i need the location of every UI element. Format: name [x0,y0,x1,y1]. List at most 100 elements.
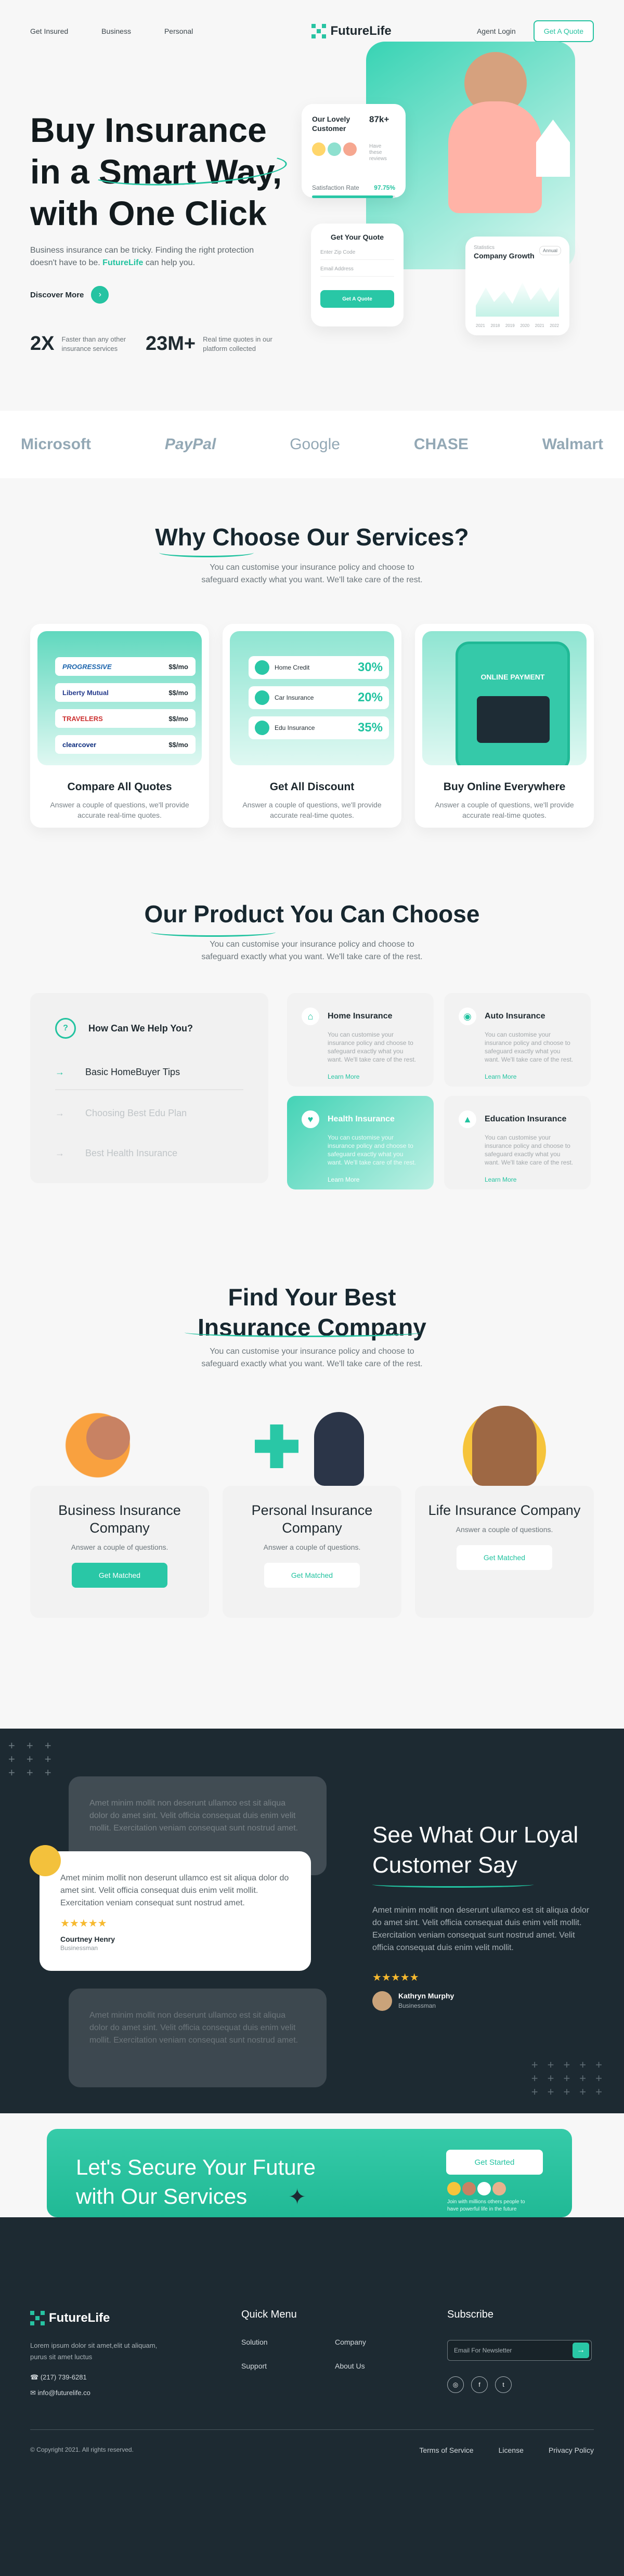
car-icon: ◉ [459,1008,476,1025]
auto-insurance-card[interactable]: ◉ Auto Insurance You can customise your in… [444,993,591,1087]
nav-link-get-insured[interactable]: Get Insured [30,27,68,35]
testimonial-card-back-bottom: Amet minim mollit non deserunt ullamco e… [69,1989,327,2087]
tip-edu-plan[interactable]: → Choosing Best Edu Plan [55,1108,243,1130]
cta-section: Let's Secure Your Future with Our Service… [0,2113,624,2217]
right-customer: Kathryn Murphy Businessman [372,1991,454,2011]
right-rating-stars: ★★★★★ [372,1972,419,1983]
zip-code-input[interactable]: Enter Zip Code [320,241,394,260]
home-insurance-card[interactable]: ⌂ Home Insurance You can customise your in… [287,993,434,1087]
newsletter-input[interactable]: Email For Newsletter [454,2347,512,2354]
health-learn-more[interactable]: Learn More [328,1176,419,1183]
plus-shape [255,1424,298,1468]
why-card-compare: PROGRESSIVE $$/mo Liberty Mutual $$/mo TRA… [30,624,209,828]
why-choose-section: Why Choose Our Services? You can customi… [0,478,624,879]
personal-company-card: Personal Insurance Company Answer a coupl… [223,1486,401,1618]
compare-quotes-image: PROGRESSIVE $$/mo Liberty Mutual $$/mo TRA… [37,631,202,765]
footer-description: Lorem ipsum dolor sit amet,elit ut aliqu… [30,2342,158,2361]
instagram-icon[interactable]: ◎ [447,2376,464,2393]
help-panel: ? How Can We Help You? → Basic HomeBuyer … [30,993,268,1183]
menu-about-us[interactable]: About Us [335,2362,418,2370]
online-payment-image: ONLINE PAYMENT [422,631,587,765]
quote-card: Get Your Quote Enter Zip Code Email Addr… [311,224,404,326]
testimonials-title: See What Our Loyal Customer Say [372,1822,579,1878]
phone-contact[interactable]: ☎ (217) 739-6281 [30,2373,87,2382]
home-icon [255,660,269,675]
hero-stat-1: 2X Faster than any other insurance servic… [30,333,126,355]
futurelife-logo[interactable]: FutureLife [311,24,392,38]
education-learn-more[interactable]: Learn More [485,1176,576,1183]
products-section: Our Product You Can Choose You can custo… [0,879,624,1284]
subscribe-title: Subscribe [447,2309,493,2320]
mail-icon: ✉ [30,2389,36,2397]
footer: FutureLife Lorem ipsum dolor sit amet,el… [0,2217,624,2576]
personal-person-image [314,1412,364,1486]
why-underline [159,548,254,557]
nav-link-personal[interactable]: Personal [164,27,193,35]
business-get-matched-button[interactable]: Get Matched [72,1563,167,1588]
discover-more-button[interactable]: Discover More › [30,286,109,304]
companies-subtitle: You can customise your insurance policy … [201,1347,423,1368]
sparkle-icon: ✦ [288,2185,307,2209]
tip-basic-homebuyer[interactable]: → Basic HomeBuyer Tips [55,1067,243,1090]
email-contact[interactable]: ✉ info@futurelife.co [30,2389,90,2397]
products-title: Our Product You Can Choose [144,900,480,927]
why-card-online: ONLINE PAYMENT Buy Online Everywhere Ans… [415,624,594,828]
hero-get-quote-button[interactable]: Get A Quote [320,290,394,308]
get-started-button[interactable]: Get Started [446,2150,543,2175]
auto-learn-more[interactable]: Learn More [485,1073,576,1080]
agent-login-link[interactable]: Agent Login [477,27,516,35]
license-link[interactable]: License [499,2446,524,2454]
chase-logo: CHASE [413,436,469,453]
nav-link-business[interactable]: Business [101,27,131,35]
why-card-discount: Home Credit 30% Car Insurance 20% Edu Insu… [223,624,401,828]
menu-solution[interactable]: Solution [241,2338,335,2346]
health-insurance-card[interactable]: ♥ Health Insurance You can customise your … [287,1096,434,1189]
cta-note: Join with millions others people to have… [447,2199,525,2212]
page: Get Insured Business Personal FutureLife… [0,0,624,2576]
brand-logo-strip: Microsoft PayPal Google CHASE Walmart [0,411,624,478]
send-button[interactable]: → [573,2343,589,2358]
menu-support[interactable]: Support [241,2362,335,2370]
period-select[interactable]: Annual [539,246,561,255]
customer-count: 87k+ [369,114,389,124]
cta-banner: Let's Secure Your Future with Our Service… [47,2129,572,2217]
footer-logo[interactable]: FutureLife [30,2311,110,2325]
quick-menu-title: Quick Menu [241,2309,297,2320]
cta-title: Let's Secure Your Future with Our Service… [76,2155,316,2208]
hero-title-line-1: Buy Insurance [30,111,267,149]
growth-chart [476,282,559,317]
hero-subtitle: Business insurance can be tricky. Findin… [30,246,254,267]
phone-icon: ☎ [30,2373,39,2381]
twitter-icon[interactable]: t [495,2376,512,2393]
terms-link[interactable]: Terms of Service [419,2446,473,2454]
personal-company-block: Personal Insurance Company Answer a coupl… [223,1404,401,1618]
facebook-icon[interactable]: f [471,2376,488,2393]
business-company-block: Business Insurance Company Answer a coupl… [30,1404,209,1618]
business-company-card: Business Insurance Company Answer a coupl… [30,1486,209,1618]
hero-title-line-3: with One Click [30,194,267,232]
why-card-row: PROGRESSIVE $$/mo Liberty Mutual $$/mo TRA… [30,624,594,828]
privacy-link[interactable]: Privacy Policy [549,2446,594,2454]
copyright: © Copyright 2021. All rights reserved. [30,2446,134,2453]
personal-get-matched-button[interactable]: Get Matched [264,1563,360,1588]
discount-image: Home Credit 30% Car Insurance 20% Edu Insu… [230,631,394,765]
education-insurance-card[interactable]: ▲ Education Insurance You can customise yo… [444,1096,591,1189]
plus-pattern-left: +++ +++ +++ [8,1739,63,1779]
rating-stars: ★★★★★ [60,1918,107,1929]
testimonials-text: Amet minim mollit non deserunt ullamco e… [372,1906,590,1952]
life-company-card: Life Insurance Company Answer a couple of… [415,1486,594,1618]
hero-stat-2: 23M+ Real time quotes in our platform col… [146,333,272,355]
graduation-cap-icon: ▲ [459,1110,476,1128]
tip-health-insurance[interactable]: → Best Health Insurance [55,1148,243,1159]
products-subtitle: You can customise your insurance policy … [201,940,423,961]
education-icon [255,721,269,735]
get-quote-nav-button[interactable]: Get A Quote [533,20,594,42]
life-get-matched-button[interactable]: Get Matched [457,1545,552,1570]
customer-card: Our Lovely Customer 87k+ Have these revie… [302,104,406,198]
life-company-block: Life Insurance Company Answer a couple of… [415,1404,594,1618]
home-icon: ⌂ [302,1008,319,1025]
email-input[interactable]: Email Address [320,260,394,277]
business-person-head [86,1416,130,1460]
home-learn-more[interactable]: Learn More [328,1073,419,1080]
menu-company[interactable]: Company [335,2338,418,2346]
